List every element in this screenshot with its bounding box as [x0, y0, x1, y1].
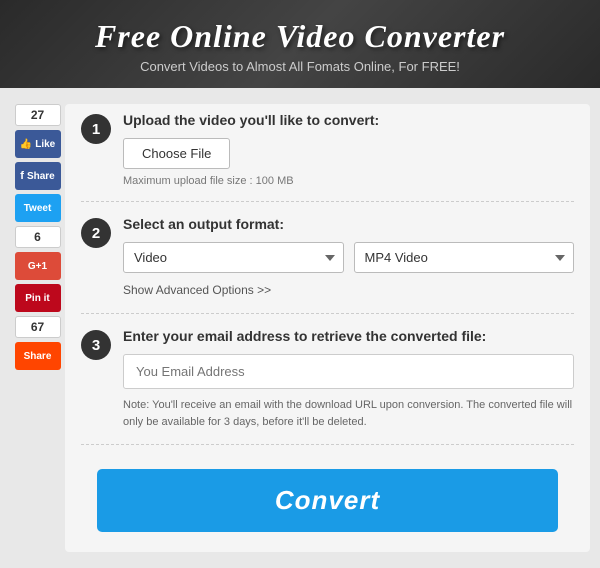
- file-size-note: Maximum upload file size : 100 MB: [123, 175, 574, 187]
- steps-content: 1 Upload the video you'll like to conver…: [65, 104, 590, 552]
- step-1: 1 Upload the video you'll like to conver…: [81, 112, 574, 202]
- step-3: 3 Enter your email address to retrieve t…: [81, 328, 574, 445]
- page-subtitle: Convert Videos to Almost All Fomats Onli…: [20, 59, 580, 74]
- gplus-count: 6: [15, 226, 61, 248]
- email-input[interactable]: [123, 354, 574, 389]
- reddit-count: 67: [15, 316, 61, 338]
- facebook-like-button[interactable]: 👍 Like: [15, 130, 61, 158]
- advanced-options-link[interactable]: Show Advanced Options >>: [123, 283, 271, 297]
- main-container: 27 👍 Like f Share Tweet 6 G+1 Pin it 67 …: [0, 88, 600, 568]
- email-note: Note: You'll receive an email with the d…: [123, 397, 574, 430]
- format-subtype-select[interactable]: MP4 Video AVI Video MOV Video MKV Video …: [354, 242, 575, 273]
- twitter-tweet-button[interactable]: Tweet: [15, 194, 61, 222]
- facebook-icon: f: [20, 170, 24, 182]
- step-2-label: Select an output format:: [123, 216, 574, 232]
- google-plus-button[interactable]: G+1: [15, 252, 61, 280]
- reddit-share-button[interactable]: Share: [15, 342, 61, 370]
- format-type-select[interactable]: Video Audio Image: [123, 242, 344, 273]
- step-2-content: Select an output format: Video Audio Ima…: [123, 216, 574, 299]
- page-title: Free Online Video Converter: [20, 18, 580, 55]
- step-3-number: 3: [81, 330, 111, 360]
- step-3-label: Enter your email address to retrieve the…: [123, 328, 574, 344]
- step-2-number: 2: [81, 218, 111, 248]
- page-header: Free Online Video Converter Convert Vide…: [0, 0, 600, 88]
- thumbs-up-icon: 👍: [20, 139, 32, 150]
- step-1-number: 1: [81, 114, 111, 144]
- convert-button[interactable]: Convert: [97, 469, 558, 532]
- step-3-content: Enter your email address to retrieve the…: [123, 328, 574, 430]
- facebook-share-button[interactable]: f Share: [15, 162, 61, 190]
- social-sidebar: 27 👍 Like f Share Tweet 6 G+1 Pin it 67 …: [10, 104, 65, 552]
- pinterest-button[interactable]: Pin it: [15, 284, 61, 312]
- step-2: 2 Select an output format: Video Audio I…: [81, 216, 574, 314]
- step-1-label: Upload the video you'll like to convert:: [123, 112, 574, 128]
- format-selects: Video Audio Image MP4 Video AVI Video MO…: [123, 242, 574, 273]
- convert-button-wrapper: Convert: [81, 459, 574, 536]
- like-count: 27: [15, 104, 61, 126]
- step-1-content: Upload the video you'll like to convert:…: [123, 112, 574, 187]
- choose-file-button[interactable]: Choose File: [123, 138, 230, 169]
